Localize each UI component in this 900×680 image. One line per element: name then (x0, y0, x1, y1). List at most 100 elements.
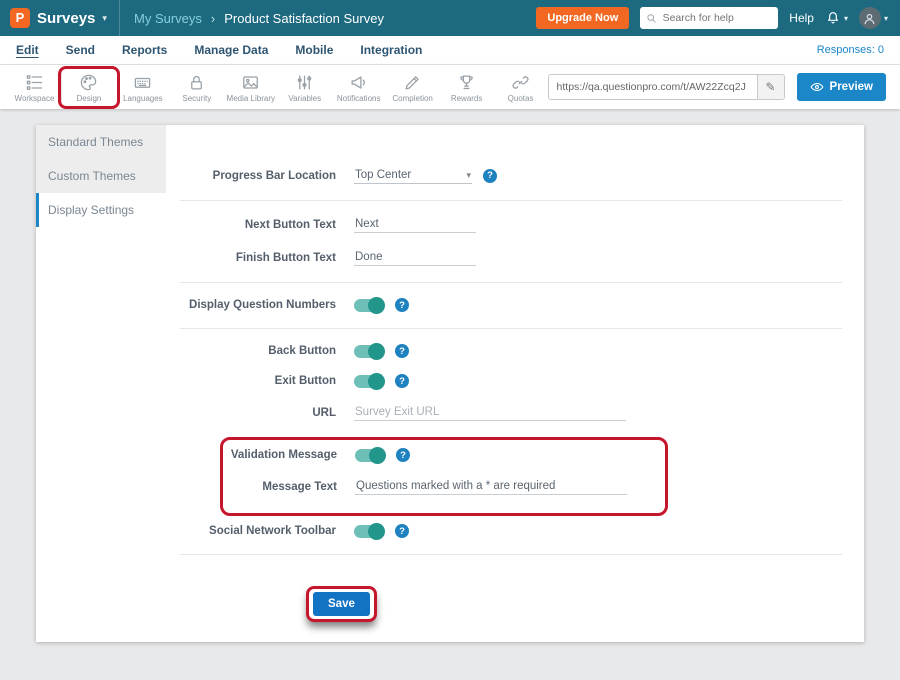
chevron-down-icon: ▾ (844, 14, 848, 23)
exit-button-toggle[interactable] (354, 375, 384, 388)
rewards-trophy-icon (457, 73, 476, 92)
toolbar-item-languages[interactable]: Languages (116, 69, 170, 105)
help-icon[interactable]: ? (396, 448, 410, 462)
toolbar-item-rewards[interactable]: Rewards (440, 69, 494, 105)
help-icon[interactable]: ? (395, 374, 409, 388)
preview-button[interactable]: Preview (797, 73, 886, 101)
sidebar-item-standard-themes[interactable]: Standard Themes (36, 125, 166, 159)
social-network-toolbar-label: Social Network Toolbar (180, 525, 336, 537)
notifications-bell-menu[interactable]: ▾ (825, 10, 848, 26)
nav-mobile[interactable]: Mobile (295, 43, 333, 57)
help-icon[interactable]: ? (483, 169, 497, 183)
topbar-actions: Upgrade Now Help ▾ ▾ (536, 7, 900, 29)
annotation-save-highlight: Save (306, 586, 377, 622)
bell-icon (825, 10, 841, 26)
questionpro-logo: P (10, 8, 30, 28)
social-network-toolbar-toggle[interactable] (354, 525, 384, 538)
languages-keyboard-icon (133, 73, 152, 92)
logo-letter: P (16, 10, 25, 25)
help-icon[interactable]: ? (395, 344, 409, 358)
divider (180, 328, 842, 329)
variables-sliders-icon (295, 73, 314, 92)
toolbar-item-notifications[interactable]: Notifications (332, 69, 386, 105)
sidebar-item-custom-themes[interactable]: Custom Themes (36, 159, 166, 193)
nav-send[interactable]: Send (66, 43, 95, 57)
toolbar-item-design[interactable]: Design (62, 69, 116, 105)
nav-edit[interactable]: Edit (16, 43, 39, 57)
chevron-right-icon: › (211, 11, 215, 26)
divider (180, 554, 842, 555)
display-question-numbers-label: Display Question Numbers (180, 299, 336, 311)
exit-url-input[interactable] (354, 404, 626, 421)
chevron-down-icon: ▾ (466, 170, 471, 181)
media-library-image-icon (241, 73, 260, 92)
save-button[interactable]: Save (313, 592, 370, 616)
responses-count[interactable]: Responses: 0 (817, 44, 884, 56)
top-bar: P Surveys ▾ My Surveys › Product Satisfa… (0, 0, 900, 36)
divider (180, 282, 842, 283)
survey-nav: Edit Send Reports Manage Data Mobile Int… (0, 36, 900, 65)
toolbar-item-quotas[interactable]: Quotas (494, 69, 548, 105)
row-finish-button-text: Finish Button Text (180, 249, 842, 266)
toolbar-item-workspace[interactable]: Workspace (8, 69, 62, 105)
row-exit-url: URL (180, 404, 842, 421)
upgrade-now-button[interactable]: Upgrade Now (536, 7, 629, 29)
help-icon[interactable]: ? (395, 524, 409, 538)
account-menu[interactable]: ▾ (859, 7, 888, 29)
finish-button-text-input[interactable] (354, 249, 476, 266)
exit-button-label: Exit Button (180, 375, 336, 387)
message-text-input[interactable] (355, 478, 627, 495)
nav-manage-data[interactable]: Manage Data (194, 43, 268, 57)
row-display-question-numbers: Display Question Numbers ? (180, 298, 842, 312)
display-settings-form: Progress Bar Location Top Center ▾ ? Nex… (166, 125, 864, 642)
help-link[interactable]: Help (789, 11, 814, 25)
row-message-text: Message Text (223, 478, 665, 495)
user-avatar (859, 7, 881, 29)
sidebar-item-display-settings[interactable]: Display Settings (36, 193, 166, 227)
notifications-megaphone-icon (349, 73, 368, 92)
annotation-validation-highlight: Validation Message ? Message Text (220, 437, 668, 516)
workspace-list-icon (25, 73, 44, 92)
nav-integration[interactable]: Integration (360, 43, 422, 57)
help-search-input[interactable] (663, 12, 773, 24)
row-progress-bar-location: Progress Bar Location Top Center ▾ ? (180, 167, 842, 184)
edit-url-button[interactable]: ✎ (757, 75, 784, 99)
row-next-button-text: Next Button Text (180, 216, 842, 233)
progress-bar-location-label: Progress Bar Location (180, 170, 336, 182)
search-icon (646, 12, 657, 25)
validation-message-toggle[interactable] (355, 449, 385, 462)
chevron-down-icon: ▾ (102, 13, 107, 24)
toolbar-item-media-library[interactable]: Media Library (224, 69, 278, 105)
toolbar-item-security[interactable]: Security (170, 69, 224, 105)
toggle-knob (369, 447, 386, 464)
progress-bar-location-select[interactable]: Top Center ▾ (354, 167, 472, 184)
back-button-label: Back Button (180, 345, 336, 357)
toggle-knob (368, 343, 385, 360)
design-settings-panel: Standard Themes Custom Themes Display Se… (36, 125, 864, 642)
help-search-box[interactable] (640, 7, 778, 29)
nav-reports[interactable]: Reports (122, 43, 167, 57)
toggle-knob (368, 297, 385, 314)
display-question-numbers-toggle[interactable] (354, 299, 384, 312)
person-icon (862, 11, 877, 26)
toolbar-item-completion[interactable]: Completion (386, 69, 440, 105)
divider (180, 200, 842, 201)
back-button-toggle[interactable] (354, 345, 384, 358)
row-social-network-toolbar: Social Network Toolbar ? (180, 524, 842, 538)
completion-pencil-icon (403, 73, 422, 92)
security-lock-icon (187, 73, 206, 92)
survey-url-input[interactable] (549, 75, 757, 99)
breadcrumb-current-survey: Product Satisfaction Survey (224, 11, 384, 26)
toggle-knob (368, 523, 385, 540)
product-name: Surveys (37, 10, 95, 27)
message-text-label: Message Text (223, 481, 337, 493)
toolbar-item-variables[interactable]: Variables (278, 69, 332, 105)
help-icon[interactable]: ? (395, 298, 409, 312)
surveys-product-menu[interactable]: P Surveys ▾ (0, 0, 120, 36)
breadcrumb: My Surveys › Product Satisfaction Survey (134, 11, 384, 26)
breadcrumb-my-surveys[interactable]: My Surveys (134, 11, 202, 26)
survey-url-group: ✎ (548, 74, 785, 100)
next-button-text-input[interactable] (354, 216, 476, 233)
design-sidebar: Standard Themes Custom Themes Display Se… (36, 125, 166, 642)
eye-icon (810, 80, 824, 94)
